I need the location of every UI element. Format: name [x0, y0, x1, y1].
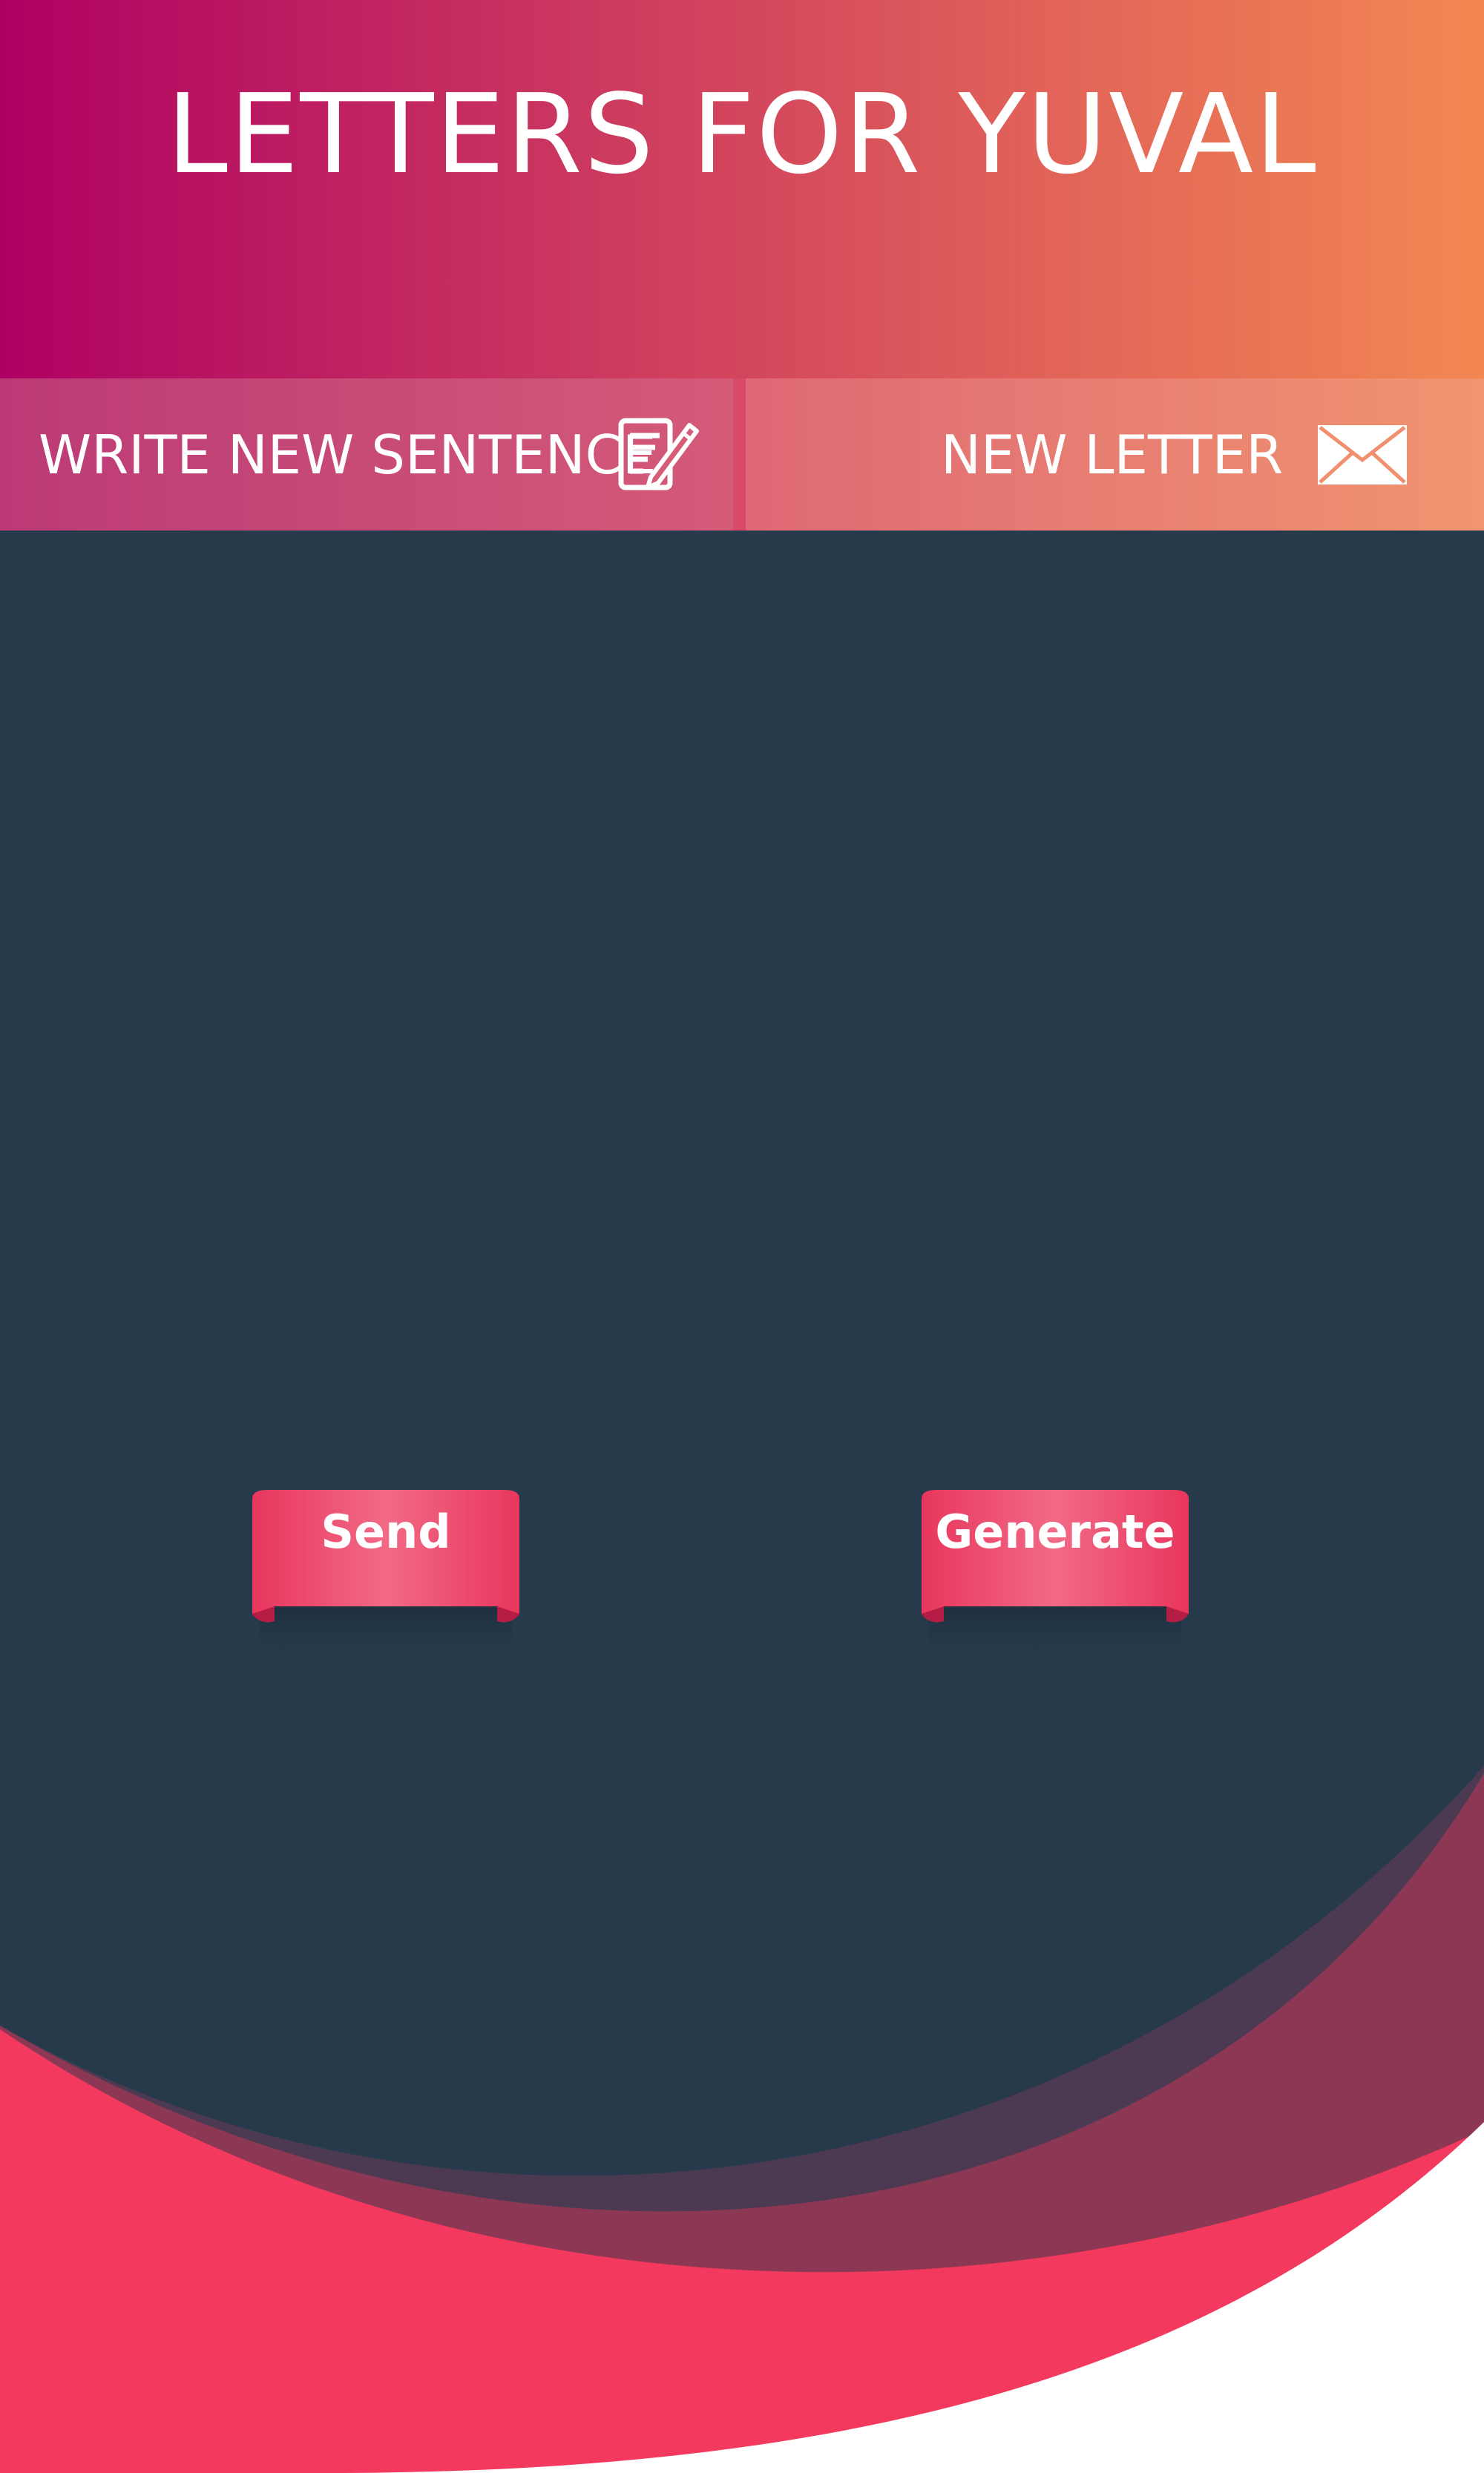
- generate-button-label: Generate: [935, 1505, 1175, 1559]
- app-screen: LETTERS FOR YUVAL WRITE NEW SENTENCE NEW…: [0, 0, 1484, 2473]
- send-button-label: Send: [321, 1505, 451, 1559]
- decorative-waves: [0, 1766, 1484, 2473]
- send-button[interactable]: Send: [245, 1484, 527, 1677]
- generate-button[interactable]: Generate: [914, 1484, 1196, 1677]
